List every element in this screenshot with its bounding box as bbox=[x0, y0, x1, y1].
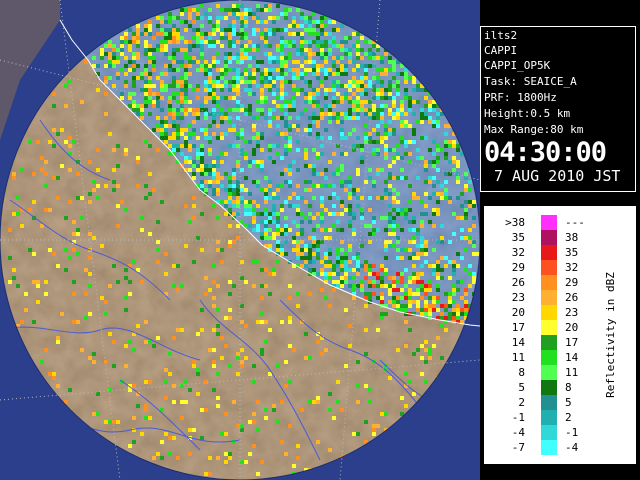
legend-low-value: 11 bbox=[511, 351, 525, 364]
reflectivity-legend: >38 --- 35 38 32 35 29 32 26 29 23 26 20 23 17 20 14 17 11… bbox=[484, 206, 636, 464]
legend-color-swatch bbox=[541, 260, 557, 275]
legend-low-value: 32 bbox=[511, 246, 525, 259]
legend-low-value: 20 bbox=[511, 306, 525, 319]
legend-color-swatch bbox=[541, 335, 557, 350]
legend-high-value: 29 bbox=[565, 276, 579, 289]
legend-high-value: 5 bbox=[565, 396, 572, 409]
legend-color-swatch bbox=[541, 365, 557, 380]
legend-high-value: -1 bbox=[565, 426, 579, 439]
scan-info-panel: ilts2 CAPPI CAPPI_OP5K Task: SEAICE_A PR… bbox=[480, 26, 636, 192]
legend-low-value: 14 bbox=[511, 336, 525, 349]
legend-high-value: 8 bbox=[565, 381, 572, 394]
legend-low-value: 35 bbox=[511, 231, 525, 244]
product-name: CAPPI_OP5K bbox=[484, 59, 551, 72]
task-name: Task: SEAICE_A bbox=[484, 75, 577, 88]
legend-low-value: 17 bbox=[511, 321, 525, 334]
legend-color-swatch bbox=[541, 245, 557, 260]
svg-text:Reflectivity in dBZ: Reflectivity in dBZ bbox=[604, 272, 617, 398]
legend-title: Reflectivity in dBZ bbox=[604, 272, 617, 398]
legend-row: -7 -4 bbox=[485, 440, 637, 455]
legend-low-value: 29 bbox=[511, 261, 525, 274]
legend-row: >38 --- bbox=[485, 215, 637, 230]
legend-low-value: >38 bbox=[505, 216, 525, 229]
legend-high-value: 11 bbox=[565, 366, 579, 379]
legend-high-value: 14 bbox=[565, 351, 579, 364]
scan-time: 04:30:00 bbox=[484, 137, 607, 168]
legend-high-value: 23 bbox=[565, 306, 579, 319]
legend-high-value: 2 bbox=[565, 411, 572, 424]
legend-color-swatch bbox=[541, 350, 557, 365]
height-value: Height:0.5 km bbox=[484, 107, 571, 120]
product-type: CAPPI bbox=[484, 44, 518, 57]
legend-color-swatch bbox=[541, 320, 557, 335]
legend-color-swatch bbox=[541, 440, 557, 455]
radar-map-canvas bbox=[0, 0, 480, 480]
legend-color-swatch bbox=[541, 395, 557, 410]
legend-low-value: 26 bbox=[511, 276, 525, 289]
legend-low-value: -4 bbox=[511, 426, 525, 439]
legend-high-value: -4 bbox=[565, 441, 579, 454]
max-range-value: Max Range:80 km bbox=[484, 123, 584, 136]
legend-color-swatch bbox=[541, 230, 557, 245]
legend-color-swatch bbox=[541, 215, 557, 230]
legend-color-swatch bbox=[541, 380, 557, 395]
legend-high-value: 20 bbox=[565, 321, 579, 334]
legend-high-value: 32 bbox=[565, 261, 579, 274]
station-name: ilts2 bbox=[484, 29, 518, 42]
legend-high-value: 26 bbox=[565, 291, 579, 304]
legend-high-value: 38 bbox=[565, 231, 579, 244]
legend-low-value: -7 bbox=[511, 441, 525, 454]
legend-low-value: -1 bbox=[511, 411, 525, 424]
legend-color-swatch bbox=[541, 425, 557, 440]
legend-high-value: 35 bbox=[565, 246, 579, 259]
legend-color-swatch bbox=[541, 290, 557, 305]
legend-low-value: 2 bbox=[518, 396, 525, 409]
radar-map bbox=[0, 0, 480, 480]
legend-high-value: 17 bbox=[565, 336, 579, 349]
legend-color-swatch bbox=[541, 410, 557, 425]
prf-value: PRF: 1800Hz bbox=[484, 91, 557, 104]
legend-low-value: 23 bbox=[511, 291, 525, 304]
legend-color-swatch bbox=[541, 305, 557, 320]
legend-low-value: 5 bbox=[518, 381, 525, 394]
legend-color-swatch bbox=[541, 275, 557, 290]
legend-low-value: 8 bbox=[518, 366, 525, 379]
legend-high-value: --- bbox=[565, 216, 585, 229]
scan-date: 7 AUG 2010 JST bbox=[494, 167, 621, 185]
